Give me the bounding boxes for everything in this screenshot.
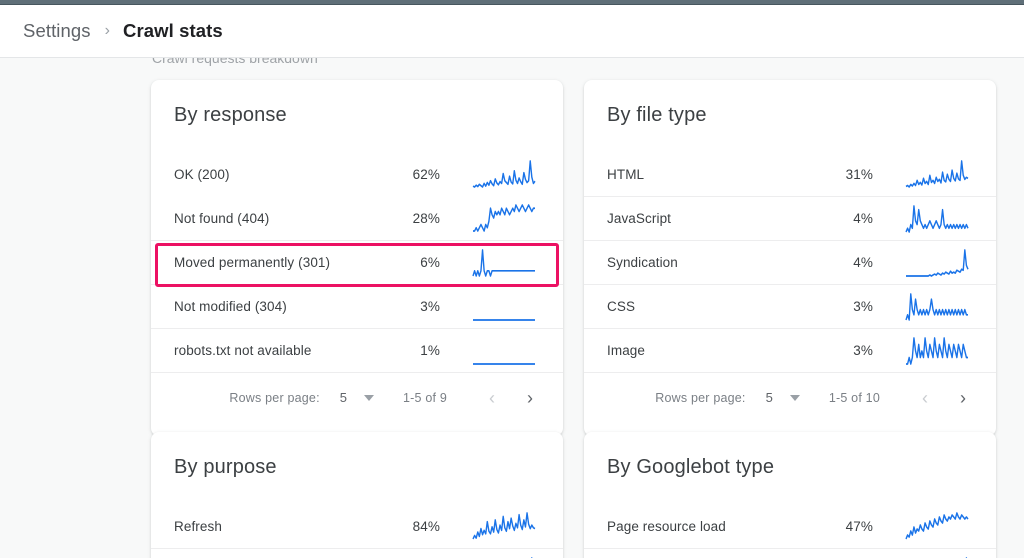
row-percentage: 28% xyxy=(412,210,440,226)
rows-per-page-label: Rows per page: xyxy=(655,390,746,405)
sparkline-chart xyxy=(905,512,969,540)
table-row[interactable]: Discovery16% xyxy=(151,548,563,558)
page-title: Crawl stats xyxy=(122,20,223,41)
sparkline-chart xyxy=(906,248,969,277)
sparkline-chart xyxy=(473,204,535,232)
page-range-label: 1-5 of 9 xyxy=(403,390,447,405)
next-page-icon[interactable]: › xyxy=(948,383,978,413)
row-percentage: 4% xyxy=(853,211,873,226)
table-row[interactable]: Refresh 84% xyxy=(151,504,563,548)
row-label: OK (200) xyxy=(174,166,230,182)
row-label: HTML xyxy=(607,166,645,182)
pagination-footer: Rows per page: 5 1-5 of 9 ‹ › xyxy=(151,372,563,422)
sparkline-chart xyxy=(906,336,968,365)
sparkline-chart xyxy=(472,248,535,277)
row-label: robots.txt not available xyxy=(174,343,312,358)
table-row[interactable]: CSS 3% xyxy=(584,284,996,328)
card-by-googlebot-type: By Googlebot type Page resource load 47% Sm… xyxy=(584,432,996,558)
row-percentage: 47% xyxy=(845,518,873,534)
sparkline-chart xyxy=(473,294,535,321)
card-title: By Googlebot type xyxy=(607,456,775,478)
sparkline-chart xyxy=(905,292,968,321)
sparkline-chart xyxy=(472,512,536,540)
card-title: By purpose xyxy=(174,456,277,478)
sparkline-chart xyxy=(472,160,536,188)
table-row[interactable]: Image 3% xyxy=(584,328,996,372)
row-percentage: 31% xyxy=(845,166,873,182)
sparkline-chart xyxy=(473,338,535,365)
card-by-file-type: By file type HTML 31% JavaScript 4% Syndicati… xyxy=(584,80,996,436)
sparkline-chart xyxy=(905,160,969,188)
row-percentage: 4% xyxy=(853,255,873,270)
next-page-icon[interactable]: › xyxy=(515,383,545,413)
row-label: Syndication xyxy=(607,255,678,270)
row-label: Page resource load xyxy=(607,518,726,534)
crawl-stats-page: Settings › Crawl stats Crawl requests br… xyxy=(0,0,1024,558)
row-label: Image xyxy=(607,343,646,358)
card-rows: Page resource load 47% Smartphone23% xyxy=(584,504,996,558)
row-percentage: 3% xyxy=(853,343,873,358)
table-row[interactable]: JavaScript 4% xyxy=(584,196,996,240)
row-label: JavaScript xyxy=(607,211,672,226)
breadcrumb-settings-link[interactable]: Settings xyxy=(23,20,91,42)
card-by-response: By response OK (200) 62% Not found (404) 28%… xyxy=(151,80,563,436)
table-row[interactable]: OK (200) 62% xyxy=(151,152,563,196)
table-row[interactable]: Smartphone23% xyxy=(584,548,996,558)
previous-page-icon[interactable]: ‹ xyxy=(477,383,507,413)
row-percentage: 1% xyxy=(420,343,440,358)
row-percentage: 62% xyxy=(412,166,440,182)
card-rows: HTML 31% JavaScript 4% Syndication 4% CSS 3% Ima… xyxy=(584,152,996,372)
page-range-label: 1-5 of 10 xyxy=(828,390,880,405)
rows-per-page-label: Rows per page: xyxy=(229,390,320,405)
breadcrumb: Settings › Crawl stats xyxy=(0,20,223,42)
table-row[interactable]: HTML 31% xyxy=(584,152,996,196)
row-label: Moved permanently (301) xyxy=(174,255,331,270)
chevron-right-icon: › xyxy=(104,22,110,39)
row-label: CSS xyxy=(607,299,636,314)
rows-per-page-value[interactable]: 5 xyxy=(766,390,773,405)
page-body: Crawl requests breakdown By response OK (… xyxy=(0,58,1024,558)
card-by-purpose: By purpose Refresh 84% Discovery16% xyxy=(151,432,563,558)
chevron-down-icon[interactable] xyxy=(789,394,800,401)
card-title: By response xyxy=(174,104,287,126)
row-percentage: 6% xyxy=(420,255,440,270)
row-label: Refresh xyxy=(174,518,222,534)
pagination-footer: Rows per page: 5 1-5 of 10 ‹ › xyxy=(584,372,996,422)
rows-per-page-value[interactable]: 5 xyxy=(340,390,347,405)
card-title: By file type xyxy=(607,104,707,126)
table-row[interactable]: Syndication 4% xyxy=(584,240,996,284)
row-percentage: 3% xyxy=(853,299,873,314)
table-row[interactable]: Not modified (304) 3% xyxy=(151,284,563,328)
row-percentage: 3% xyxy=(420,299,440,314)
table-row[interactable]: Page resource load 47% xyxy=(584,504,996,548)
row-label: Not found (404) xyxy=(174,210,270,226)
table-row[interactable]: Not found (404) 28% xyxy=(151,196,563,240)
card-rows: OK (200) 62% Not found (404) 28% Moved perma… xyxy=(151,152,563,372)
table-row[interactable]: robots.txt not available 1% xyxy=(151,328,563,372)
row-percentage: 84% xyxy=(412,518,440,534)
card-rows: Refresh 84% Discovery16% xyxy=(151,504,563,558)
page-header-bar: Settings › Crawl stats xyxy=(0,5,1024,58)
previous-page-icon[interactable]: ‹ xyxy=(910,383,940,413)
cards-grid: By response OK (200) 62% Not found (404) 28%… xyxy=(0,58,1024,558)
chevron-down-icon[interactable] xyxy=(364,394,374,401)
sparkline-chart xyxy=(905,204,969,233)
row-label: Not modified (304) xyxy=(174,299,287,314)
table-row[interactable]: Moved permanently (301) 6% xyxy=(151,240,563,284)
